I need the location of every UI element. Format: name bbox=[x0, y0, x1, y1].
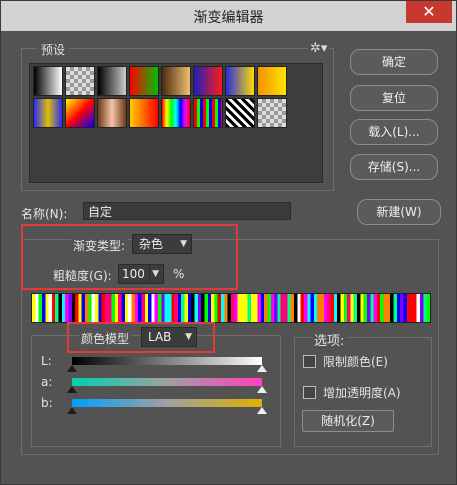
preset-swatch[interactable] bbox=[193, 66, 223, 96]
preset-swatch[interactable] bbox=[257, 66, 287, 96]
window-title: 渐变编辑器 bbox=[193, 10, 264, 26]
preset-swatch[interactable] bbox=[33, 98, 63, 128]
add-transparency-label: 增加透明度(A) bbox=[323, 386, 401, 400]
presets-swatch-area bbox=[29, 63, 323, 183]
options-legend: 选项: bbox=[311, 330, 348, 349]
channel-label: L: bbox=[41, 354, 52, 368]
channel-right-thumb[interactable] bbox=[257, 407, 267, 414]
channel-right-thumb[interactable] bbox=[257, 365, 267, 372]
channel-right-thumb[interactable] bbox=[257, 386, 267, 393]
name-input[interactable]: 自定 bbox=[83, 202, 291, 220]
reset-button[interactable]: 复位 bbox=[350, 85, 438, 111]
randomize-button[interactable]: 随机化(Z) bbox=[302, 410, 394, 432]
preset-swatch[interactable] bbox=[33, 66, 63, 96]
preset-swatch[interactable] bbox=[97, 66, 127, 96]
noise-gradient-preview[interactable] bbox=[31, 293, 431, 323]
preset-swatch[interactable] bbox=[129, 98, 159, 128]
channel-left-thumb[interactable] bbox=[67, 365, 77, 372]
channel-slider-track[interactable] bbox=[72, 357, 262, 365]
color-model-highlight-box bbox=[67, 322, 215, 353]
name-label: 名称(N): bbox=[21, 207, 68, 221]
channel-slider-track[interactable] bbox=[72, 399, 262, 407]
channel-left-thumb[interactable] bbox=[67, 386, 77, 393]
add-transparency-checkbox[interactable] bbox=[303, 386, 316, 399]
preset-swatch[interactable] bbox=[65, 98, 95, 128]
channel-label: a: bbox=[41, 375, 53, 389]
save-button[interactable]: 存储(S)... bbox=[350, 154, 438, 180]
gradient-type-highlight-box bbox=[21, 224, 238, 290]
preset-swatch[interactable] bbox=[161, 98, 191, 128]
preset-swatch[interactable] bbox=[161, 66, 191, 96]
preset-swatch[interactable] bbox=[225, 66, 255, 96]
presets-menu-gear-icon[interactable]: ✲▾ bbox=[308, 41, 330, 56]
preset-swatch[interactable] bbox=[257, 98, 287, 128]
preset-swatch[interactable] bbox=[225, 98, 255, 128]
load-button[interactable]: 载入(L)... bbox=[350, 119, 438, 145]
preset-swatch[interactable] bbox=[129, 66, 159, 96]
title-bar: 渐变编辑器 ✕ bbox=[1, 1, 456, 31]
restrict-colors-checkbox[interactable] bbox=[303, 355, 316, 368]
channel-left-thumb[interactable] bbox=[67, 407, 77, 414]
channel-label: b: bbox=[41, 396, 53, 410]
new-button[interactable]: 新建(W) bbox=[357, 199, 441, 225]
presets-legend: 预设 bbox=[37, 41, 70, 58]
close-button[interactable]: ✕ bbox=[406, 1, 452, 23]
restrict-colors-label: 限制颜色(E) bbox=[323, 355, 388, 369]
preset-swatch[interactable] bbox=[193, 98, 223, 128]
preset-swatch[interactable] bbox=[65, 66, 95, 96]
channel-slider-track[interactable] bbox=[72, 378, 262, 386]
ok-button[interactable]: 确定 bbox=[350, 49, 438, 75]
gradient-editor-dialog: 渐变编辑器 ✕ 预设 ✲▾ 确定 复位 载入(L)... 存储(S)... 名称… bbox=[0, 0, 457, 485]
preset-swatch[interactable] bbox=[97, 98, 127, 128]
